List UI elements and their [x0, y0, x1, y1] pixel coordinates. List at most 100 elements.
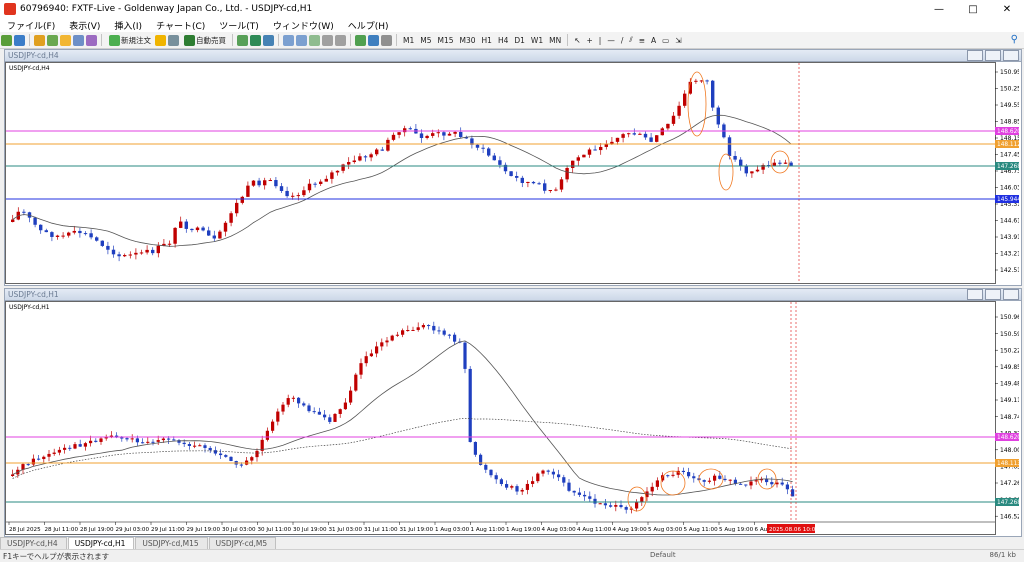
candle-body — [780, 482, 784, 485]
candle-body — [562, 477, 566, 483]
terminal-icon[interactable] — [73, 34, 84, 46]
arrows-tool[interactable]: ⇲ — [673, 34, 683, 46]
window-controls: — □ ✕ — [922, 0, 1024, 18]
chart-close-button[interactable] — [1003, 289, 1019, 300]
candle-body — [615, 137, 620, 142]
vertical-line-tool[interactable]: | — [597, 34, 604, 46]
bar-chart-icon[interactable] — [237, 34, 248, 46]
candle-body — [219, 453, 223, 456]
minimize-button[interactable]: — — [922, 0, 956, 18]
candle-body — [671, 474, 675, 476]
text-tool[interactable]: A — [649, 34, 658, 46]
candle-body — [431, 133, 435, 136]
candle-body — [203, 445, 207, 448]
line-chart-icon[interactable] — [263, 34, 274, 46]
crosshair-tool[interactable]: + — [585, 34, 595, 46]
chart-close-button[interactable] — [1003, 50, 1019, 61]
plot-frame — [5, 301, 996, 535]
app-logo-icon — [4, 3, 16, 15]
timeframe-mn[interactable]: MN — [546, 36, 564, 45]
channel-tool[interactable]: ⫽ — [627, 34, 634, 46]
market-watch-icon[interactable] — [34, 34, 45, 46]
trendline-tool[interactable]: / — [619, 34, 626, 46]
profiles-icon[interactable] — [14, 34, 25, 46]
candle-body — [323, 414, 327, 418]
price-chart-h1[interactable]: USDJPY-cd,H1 150.960 150.590 150.220 149.850… — [5, 301, 1019, 535]
timeframe-h1[interactable]: H1 — [479, 36, 495, 45]
candle-body — [274, 180, 278, 187]
chart-restore-button[interactable] — [985, 50, 1001, 61]
timeframe-w1[interactable]: W1 — [528, 36, 546, 45]
chart-minimize-button[interactable] — [967, 50, 983, 61]
autoscroll-icon[interactable] — [335, 34, 346, 46]
strategy-tester-icon[interactable] — [86, 34, 97, 46]
auto-trading-label: 自動売買 — [196, 35, 226, 45]
menu-file[interactable]: ファイル(F) — [0, 19, 62, 32]
periods-icon[interactable] — [368, 34, 379, 46]
close-button[interactable]: ✕ — [990, 0, 1024, 18]
candle-body — [125, 438, 129, 440]
new-order-button[interactable]: 新規注文 — [106, 34, 153, 46]
cursor-tool[interactable]: ↖ — [572, 34, 582, 46]
menu-window[interactable]: ウィンドウ(W) — [266, 19, 341, 32]
navigator-icon[interactable] — [60, 34, 71, 46]
chart-restore-button[interactable] — [985, 289, 1001, 300]
candle-body — [660, 128, 664, 136]
candle-body — [135, 438, 139, 443]
candle-body — [44, 230, 48, 233]
auto-trading-button[interactable]: 自動売買 — [181, 34, 228, 46]
chart-minimize-button[interactable] — [967, 289, 983, 300]
candle-body — [52, 452, 56, 454]
candle-body — [265, 430, 269, 440]
timeframe-h4[interactable]: H4 — [495, 36, 511, 45]
tile-windows-icon[interactable] — [309, 34, 320, 46]
candle-body — [375, 346, 379, 354]
label-tool[interactable]: ▭ — [660, 34, 671, 46]
candle-body — [643, 133, 648, 138]
search-icon[interactable]: ⚲ — [1011, 34, 1018, 45]
candle-body — [380, 342, 384, 347]
candlestick-icon[interactable] — [250, 34, 261, 46]
maximize-button[interactable]: □ — [956, 0, 990, 18]
candle-body — [484, 464, 488, 470]
indicators-icon[interactable] — [355, 34, 366, 46]
price-chart-h4[interactable]: USDJPY-cd,H4 150.950 150.250 149.550 148.850… — [5, 62, 1019, 284]
horizontal-line-tool[interactable]: — — [605, 34, 617, 46]
tab-usdjpy-h4[interactable]: USDJPY-cd,H4 — [0, 537, 67, 549]
new-chart-icon[interactable] — [1, 34, 12, 46]
candle-body — [39, 224, 43, 231]
fibonacci-tool[interactable]: ≡ — [637, 34, 647, 46]
candle-body — [739, 483, 743, 485]
chart-symbol-label: USDJPY-cd,H1 — [9, 304, 50, 311]
menu-view[interactable]: 表示(V) — [62, 19, 107, 32]
data-window-icon[interactable] — [47, 34, 58, 46]
menu-help[interactable]: ヘルプ(H) — [341, 19, 396, 32]
tab-usdjpy-m5[interactable]: USDJPY-cd,M5 — [208, 537, 277, 549]
zoom-out-icon[interactable] — [296, 34, 307, 46]
metaeditor-icon[interactable] — [155, 34, 166, 46]
menu-insert[interactable]: 挿入(I) — [107, 19, 149, 32]
candle-body — [128, 254, 132, 256]
menu-chart[interactable]: チャート(C) — [149, 19, 212, 32]
timeframe-m5[interactable]: M5 — [417, 36, 434, 45]
time-label: 28 Jul 11:00 — [45, 527, 79, 533]
timeframe-m1[interactable]: M1 — [400, 36, 417, 45]
toolbar-separator — [232, 34, 233, 46]
candle-body — [354, 374, 358, 391]
chart-shift-icon[interactable] — [322, 34, 333, 46]
candle-body — [364, 356, 368, 364]
timeframe-m30[interactable]: M30 — [457, 36, 479, 45]
candle-body — [582, 154, 586, 158]
tab-usdjpy-m15[interactable]: USDJPY-cd,M15 — [135, 537, 208, 549]
scripts-icon[interactable] — [168, 34, 179, 46]
zoom-in-icon[interactable] — [283, 34, 294, 46]
tab-usdjpy-h1[interactable]: USDJPY-cd,H1 — [67, 537, 135, 549]
candle-body — [702, 480, 706, 482]
timeframe-m15[interactable]: M15 — [435, 36, 457, 45]
menu-tools[interactable]: ツール(T) — [212, 19, 266, 32]
timeframe-d1[interactable]: D1 — [511, 36, 528, 45]
axis-price-label: 146.030 — [1000, 185, 1019, 192]
candle-body — [624, 507, 628, 510]
candle-body — [416, 327, 420, 330]
templates-icon[interactable] — [381, 34, 392, 46]
